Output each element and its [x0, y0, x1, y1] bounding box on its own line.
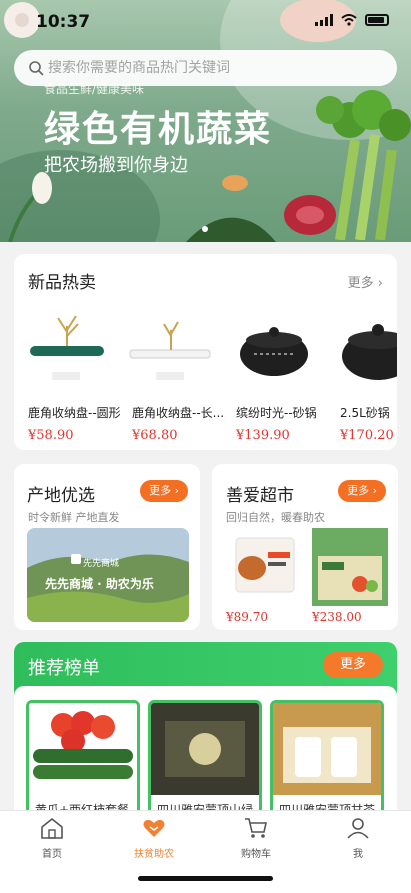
status-time: 10:37 — [36, 12, 91, 32]
product-image-vegetables — [29, 703, 137, 795]
hero-banner[interactable]: 10:37 食品生鲜/健康美味 绿色有机蔬菜 把农场搬到你身边 — [0, 0, 411, 242]
product-image-clay-pot — [240, 327, 308, 376]
product-item[interactable]: 缤纷时光--砂锅 ¥139.90 — [224, 306, 322, 446]
product-price: ¥68.80 — [132, 428, 178, 443]
ranking-section: 推荐榜单 更多 黄瓜+西红柿套餐 四川雅安蒙顶山绿 — [14, 642, 397, 830]
section-title-origin: 产地优选 — [27, 486, 95, 506]
user-icon — [347, 818, 369, 839]
leaf-illustration — [222, 175, 248, 191]
product-image-chicken-pack[interactable] — [226, 528, 302, 606]
signal-icon — [315, 14, 333, 26]
meat-illustration — [284, 195, 336, 235]
product-image-clay-pot-large — [342, 324, 397, 380]
carousel-dot — [202, 226, 208, 232]
product-image-tea-gift — [273, 703, 381, 795]
product-image-tea-box — [151, 703, 259, 795]
tab-me[interactable]: 我 — [318, 817, 398, 860]
product-name: 鹿角收纳盘--长... — [132, 406, 225, 420]
section-title-ranking: 推荐榜单 — [28, 658, 100, 679]
home-indicator — [138, 876, 273, 881]
supermarket-card[interactable]: 善爱超市 更多 › 回归自然，暖春助农 ¥89.70 ¥238.00 — [212, 464, 398, 630]
status-icons — [315, 14, 389, 26]
cart-icon — [245, 818, 267, 838]
product-image-tray-round — [30, 315, 104, 380]
tab-poverty-relief[interactable]: 扶贫助农 — [114, 817, 194, 860]
tab-home[interactable]: 首页 — [12, 817, 92, 860]
new-products-more-link[interactable]: 更多 › — [348, 272, 383, 291]
heart-hands-icon — [143, 819, 165, 837]
new-products-card: 新品热卖 更多 › 鹿角收纳盘--圆形 ¥58.90 鹿角收纳盘--长... ¥… — [14, 254, 397, 450]
product-name: 缤纷时光--砂锅 — [236, 406, 317, 420]
greens-illustration — [186, 217, 276, 242]
supermarket-more-button[interactable]: 更多 › — [338, 480, 386, 502]
status-bar: 10:37 — [0, 0, 411, 44]
product-name: 2.5L砂锅 — [340, 406, 390, 420]
product-price: ¥139.90 — [236, 428, 290, 443]
tab-me-label: 我 — [353, 849, 363, 860]
banner-text: 先先商城 · 助农为乐 — [45, 577, 154, 591]
product-item[interactable]: 鹿角收纳盘--圆形 ¥58.90 — [16, 306, 121, 446]
product-name: 鹿角收纳盘--圆形 — [28, 406, 121, 420]
section-title-supermarket: 善爱超市 — [226, 486, 294, 506]
supermarket-price: ¥238.00 — [312, 610, 362, 624]
banner-brand: 先先商城 — [83, 559, 120, 569]
tab-poverty-relief-label: 扶贫助农 — [134, 849, 174, 860]
hero-subtitle: 把农场搬到你身边 — [44, 155, 188, 176]
tulip-illustration — [8, 172, 52, 242]
search-icon — [29, 61, 44, 76]
origin-card[interactable]: 产地优选 更多 › 时令新鲜 产地直发 先先商城 先先商城 · 助农为乐 — [14, 464, 200, 630]
section-title-new: 新品热卖 — [28, 273, 96, 293]
tab-cart[interactable]: 购物车 — [216, 817, 296, 860]
tab-cart-label: 购物车 — [241, 849, 271, 860]
product-item[interactable]: 2.5L砂锅 ¥170.20 — [328, 306, 397, 446]
hero-title: 绿色有机蔬菜 — [44, 109, 273, 150]
ranking-list: 黄瓜+西红柿套餐 四川雅安蒙顶山绿 四川雅安蒙顶甘茶 — [14, 686, 397, 830]
product-item[interactable]: 鹿角收纳盘--长... ¥68.80 — [120, 306, 224, 446]
battery-icon — [365, 14, 389, 26]
product-price: ¥170.20 — [340, 428, 394, 443]
supermarket-price: ¥89.70 — [226, 610, 268, 624]
product-image-produce-box[interactable] — [312, 528, 388, 606]
ranking-more-button[interactable]: 更多 — [323, 652, 383, 678]
hero-small-text: 食品生鲜/健康美味 — [44, 82, 145, 96]
origin-more-button[interactable]: 更多 › — [140, 480, 188, 502]
wifi-icon — [341, 14, 357, 26]
search-input[interactable] — [48, 60, 368, 76]
tab-home-label: 首页 — [42, 849, 62, 860]
product-price: ¥58.90 — [28, 428, 74, 443]
origin-note: 时令新鲜 产地直发 — [28, 511, 120, 524]
brand-logo-icon — [71, 554, 81, 564]
product-list: 鹿角收纳盘--圆形 ¥58.90 鹿角收纳盘--长... ¥68.80 缤纷时光… — [14, 306, 397, 446]
supermarket-note: 回归自然，暖春助农 — [226, 511, 325, 524]
home-icon — [41, 817, 63, 839]
origin-banner[interactable]: 先先商城 先先商城 · 助农为乐 — [27, 528, 189, 622]
product-image-tray-long — [129, 321, 211, 380]
